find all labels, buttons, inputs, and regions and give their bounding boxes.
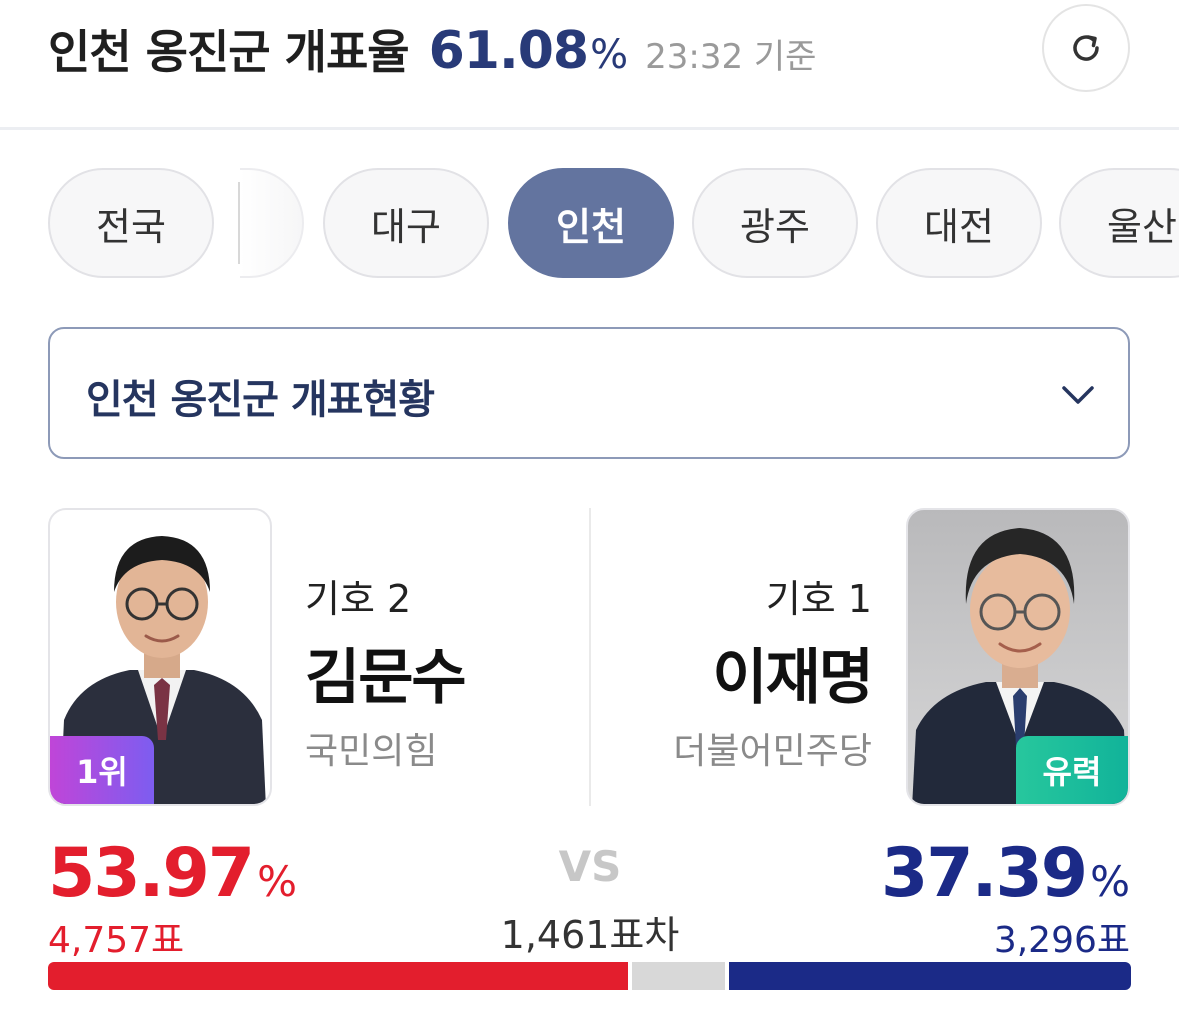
- result-lee: 37.39% 3,296표: [881, 836, 1130, 962]
- vote-percent: 37.39%: [881, 836, 1130, 920]
- vs-label: VS: [558, 842, 622, 891]
- vote-percent-unit: %: [1090, 857, 1130, 906]
- candidate-number: 기호 2: [305, 577, 412, 621]
- vote-count: 4,757표: [48, 920, 185, 961]
- refresh-button[interactable]: [1042, 4, 1130, 92]
- vote-share-bar: [48, 962, 1131, 990]
- tab-ulsan[interactable]: 울산: [1059, 168, 1179, 278]
- timestamp: 23:32 기준: [645, 37, 817, 77]
- count-rate-unit: %: [590, 32, 628, 78]
- count-rate: 61.08%: [428, 21, 629, 81]
- vote-percent-value: 37.39: [880, 834, 1088, 913]
- page-title: 인천 옹진군 개표율 61.08% 23:32 기준: [48, 16, 816, 82]
- candidate-info-kim: 기호 2 김문수 국민의힘: [305, 568, 467, 774]
- candidate-number: 기호 1: [765, 577, 872, 621]
- region-tabs: 전국 대구 인천 광주 대전 울산: [0, 168, 1179, 280]
- count-rate-value: 61.08: [428, 21, 589, 81]
- tab-daejeon[interactable]: 대전: [876, 168, 1042, 278]
- candidate-photo-kim: 1위: [48, 508, 272, 806]
- vote-share-kim: [48, 962, 629, 990]
- candidate-party: 국민의힘: [305, 731, 438, 772]
- vote-percent-value: 53.97: [48, 834, 255, 913]
- vote-count: 3,296표: [993, 920, 1130, 961]
- chevron-down-icon: [1062, 386, 1094, 404]
- result-kim: 53.97% 4,757표: [48, 836, 297, 962]
- district-select-label: 인천 옹진군 개표현황: [86, 377, 435, 423]
- candidate-party: 더불어민주당: [673, 731, 872, 772]
- tab-daegu[interactable]: 대구: [323, 168, 489, 278]
- candidate-info-lee: 기호 1 이재명 더불어민주당: [673, 568, 874, 774]
- vote-share-others: [632, 962, 726, 990]
- district-select[interactable]: 인천 옹진군 개표현황: [48, 327, 1130, 459]
- tab-nationwide[interactable]: 전국: [48, 168, 214, 278]
- rank-badge: 1위: [50, 736, 154, 804]
- candidate-name: 김문수: [305, 643, 467, 713]
- vote-percent-unit: %: [257, 857, 298, 906]
- candidate-divider: [589, 508, 591, 806]
- tab-incheon[interactable]: 인천: [508, 168, 674, 278]
- refresh-icon: [1073, 35, 1099, 61]
- title-text: 인천 옹진군 개표율: [48, 25, 410, 79]
- likely-winner-badge: 유력: [1016, 736, 1128, 804]
- vote-share-lee: [729, 962, 1131, 990]
- vote-difference: 1,461표차: [500, 913, 680, 957]
- tab-gwangju[interactable]: 광주: [692, 168, 858, 278]
- tab-scroll-edge: [240, 168, 304, 278]
- candidate-photo-lee: 유력: [906, 508, 1130, 806]
- vote-percent: 53.97%: [48, 836, 297, 920]
- candidate-name: 이재명: [712, 643, 874, 713]
- header: 인천 옹진군 개표율 61.08% 23:32 기준: [0, 0, 1179, 130]
